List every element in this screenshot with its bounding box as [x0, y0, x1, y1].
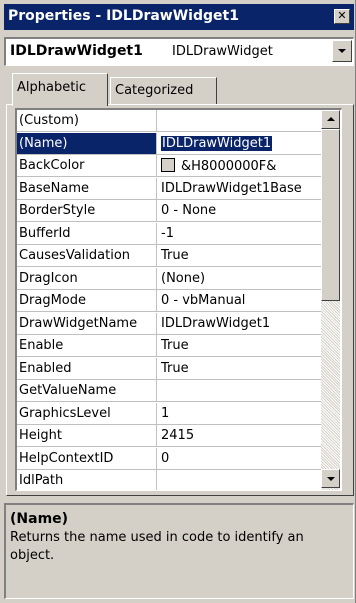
property-name: HelpContextID [17, 448, 157, 470]
property-value[interactable]: IDLDrawWidget1 [157, 313, 321, 335]
object-selector-dropdown-button[interactable] [332, 40, 352, 62]
property-row[interactable]: GetValueName [17, 380, 321, 403]
property-row[interactable]: Enabled True [17, 358, 321, 381]
property-row[interactable]: IdlPath [17, 470, 321, 490]
property-value-text: IDLDrawWidget1Base [161, 181, 302, 196]
property-value-text: -1 [161, 226, 174, 241]
property-value[interactable]: 0 - None [157, 200, 321, 222]
property-name: IdlPath [17, 470, 157, 490]
property-value[interactable]: IDLDrawWidget1Base [157, 178, 321, 200]
property-row[interactable]: DragMode 0 - vbManual [17, 290, 321, 313]
color-swatch [161, 158, 175, 172]
description-text: Returns the name used in code to identif… [10, 530, 304, 563]
property-row[interactable]: GraphicsLevel 1 [17, 403, 321, 426]
property-name: Enable [17, 335, 157, 357]
chevron-down-icon [338, 49, 346, 53]
property-value-text: IDLDrawWidget1 [161, 316, 271, 331]
property-value-text: 0 [161, 451, 170, 466]
property-row[interactable]: HelpContextID 0 [17, 448, 321, 471]
property-value-text: 0 - None [161, 203, 217, 218]
property-name: DrawWidgetName [17, 313, 157, 335]
object-name: IDLDrawWidget1 [10, 43, 143, 59]
property-row[interactable]: CausesValidation True [17, 245, 321, 268]
property-grid[interactable]: (Custom) (Name) IDLDrawWidget1 BackColor &H8… [15, 108, 342, 491]
property-name: BaseName [17, 178, 157, 200]
property-value-text: 0 - vbManual [161, 293, 246, 308]
property-row[interactable]: BufferId -1 [17, 223, 321, 246]
property-name: BackColor [17, 155, 157, 177]
property-name: Enabled [17, 358, 157, 380]
property-row[interactable]: BaseName IDLDrawWidget1Base [17, 178, 321, 201]
property-row[interactable]: (Custom) [17, 110, 321, 133]
property-value-text: True [161, 338, 189, 353]
vertical-scrollbar[interactable] [321, 110, 340, 490]
property-value[interactable]: (None) [157, 268, 321, 290]
scroll-down-arrow-icon [327, 477, 335, 481]
property-name: GraphicsLevel [17, 403, 157, 425]
tab-alphabetic[interactable]: Alphabetic [12, 73, 108, 106]
property-name: Height [17, 425, 157, 447]
property-value[interactable]: 0 - vbManual [157, 290, 321, 312]
property-name: GetValueName [17, 380, 157, 402]
property-value[interactable]: 1 [157, 403, 321, 425]
property-name: BorderStyle [17, 200, 157, 222]
property-value-text: IDLDrawWidget1 [161, 136, 273, 151]
scroll-up-arrow-icon [327, 117, 335, 121]
scrollbar-thumb[interactable] [321, 129, 340, 301]
property-row[interactable]: Height 2415 [17, 425, 321, 448]
title-bar[interactable]: Properties - IDLDrawWidget1 ✕ [4, 4, 354, 30]
property-value-text: &H8000000F& [181, 159, 277, 174]
property-row[interactable]: BackColor &H8000000F& [17, 155, 321, 178]
property-value-text: 2415 [161, 428, 195, 443]
property-row[interactable]: Enable True [17, 335, 321, 358]
scroll-down-button[interactable] [321, 469, 340, 488]
description-title: (Name) [10, 511, 69, 527]
property-value-text: 1 [161, 406, 170, 421]
property-value[interactable] [157, 470, 321, 490]
property-value-text: (None) [161, 271, 206, 286]
object-type: IDLDrawWidget [172, 44, 273, 59]
property-name: CausesValidation [17, 245, 157, 267]
property-value[interactable]: True [157, 358, 321, 380]
property-row[interactable]: DrawWidgetName IDLDrawWidget1 [17, 313, 321, 336]
property-value-text: True [161, 361, 189, 376]
property-value[interactable] [157, 380, 321, 402]
property-name: BufferId [17, 223, 157, 245]
property-name: (Name) [17, 133, 157, 155]
description-pane: (Name) Returns the name used in code to … [4, 503, 354, 599]
property-value[interactable]: True [157, 245, 321, 267]
properties-window: Properties - IDLDrawWidget1 ✕ IDLDrawWid… [0, 0, 356, 603]
property-value-text: True [161, 248, 189, 263]
property-row[interactable]: DragIcon (None) [17, 268, 321, 291]
property-value[interactable]: IDLDrawWidget1 [157, 133, 321, 155]
property-value[interactable]: &H8000000F& [157, 155, 321, 177]
property-row[interactable]: (Name) IDLDrawWidget1 [17, 133, 321, 156]
property-value[interactable]: 2415 [157, 425, 321, 447]
property-name: DragMode [17, 290, 157, 312]
property-row[interactable]: BorderStyle 0 - None [17, 200, 321, 223]
object-selector[interactable]: IDLDrawWidget1 IDLDrawWidget [4, 37, 354, 66]
property-value[interactable]: -1 [157, 223, 321, 245]
scroll-up-button[interactable] [321, 110, 340, 129]
property-name: (Custom) [17, 110, 157, 132]
property-value[interactable] [157, 110, 321, 132]
tab-categorized[interactable]: Categorized [110, 77, 217, 104]
property-value[interactable]: 0 [157, 448, 321, 470]
property-value[interactable]: True [157, 335, 321, 357]
window-title: Properties - IDLDrawWidget1 [8, 8, 239, 24]
close-icon[interactable]: ✕ [334, 9, 350, 24]
property-name: DragIcon [17, 268, 157, 290]
